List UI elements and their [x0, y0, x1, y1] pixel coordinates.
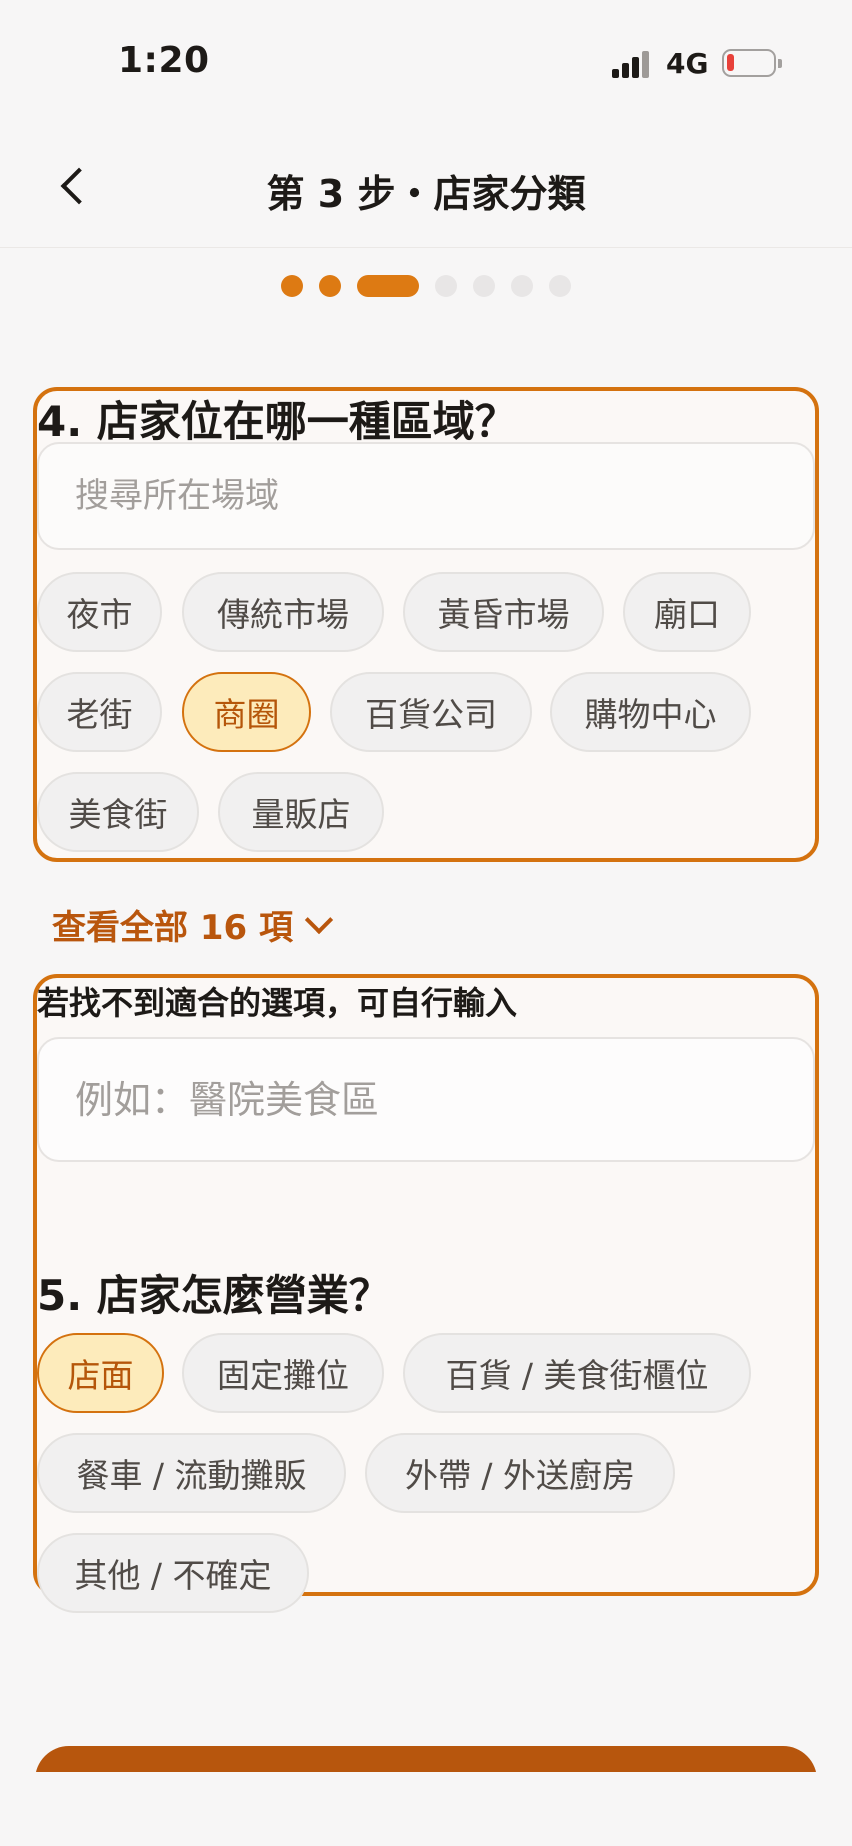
progress-dot: [511, 275, 533, 297]
chip-business-district[interactable]: 商圈: [182, 672, 311, 752]
chip-night-market[interactable]: 夜市: [37, 572, 162, 652]
view-all-options-link[interactable]: 查看全部 16 項: [52, 900, 334, 949]
page-title: 第 3 步・店家分類: [266, 172, 586, 216]
area-search-input[interactable]: [37, 442, 815, 550]
chip-department-store[interactable]: 百貨公司: [330, 672, 532, 752]
page: 1:20 4G 第 3 步・店家分類 4. 店家位在哪一種區域？ 夜市 傳統市場…: [0, 0, 852, 1846]
chip-takeout-kitchen[interactable]: 外帶 / 外送廚房: [365, 1433, 675, 1513]
custom-area-input[interactable]: [37, 1037, 815, 1162]
battery-icon: [722, 49, 782, 77]
chip-food-truck[interactable]: 餐車 / 流動攤販: [37, 1433, 346, 1513]
chip-evening-market[interactable]: 黃昏市場: [403, 572, 604, 652]
nav-header: 第 3 步・店家分類: [0, 125, 852, 248]
question-5-title: 5. 店家怎麼營業？: [37, 1271, 391, 1320]
view-all-label: 查看全部 16 項: [52, 908, 293, 948]
bottom-fade: [0, 1772, 852, 1846]
signal-icon: [612, 50, 652, 78]
question-4-title: 4. 店家位在哪一種區域？: [37, 397, 517, 446]
progress-dot: [473, 275, 495, 297]
chip-shopping-mall[interactable]: 購物中心: [550, 672, 751, 752]
progress-dot: [281, 275, 303, 297]
status-bar: 1:20 4G: [0, 0, 852, 125]
chip-mall-counter[interactable]: 百貨 / 美食街櫃位: [403, 1333, 751, 1413]
chip-old-street[interactable]: 老街: [37, 672, 162, 752]
network-type: 4G: [666, 47, 709, 80]
progress-dot: [319, 275, 341, 297]
step-progress: [0, 274, 852, 298]
chip-other-unsure[interactable]: 其他 / 不確定: [37, 1533, 309, 1613]
chip-temple-front[interactable]: 廟口: [623, 572, 751, 652]
chip-fixed-stall[interactable]: 固定攤位: [182, 1333, 384, 1413]
status-time: 1:20: [118, 40, 210, 81]
chip-hypermarket[interactable]: 量販店: [218, 772, 384, 852]
progress-dot-current: [357, 275, 419, 297]
custom-input-label: 若找不到適合的選項，可自行輸入: [37, 984, 518, 1022]
chip-food-court[interactable]: 美食街: [37, 772, 199, 852]
progress-dot: [549, 275, 571, 297]
progress-dot: [435, 275, 457, 297]
chip-storefront[interactable]: 店面: [37, 1333, 164, 1413]
chevron-down-icon: [304, 905, 334, 934]
chip-traditional-market[interactable]: 傳統市場: [182, 572, 384, 652]
